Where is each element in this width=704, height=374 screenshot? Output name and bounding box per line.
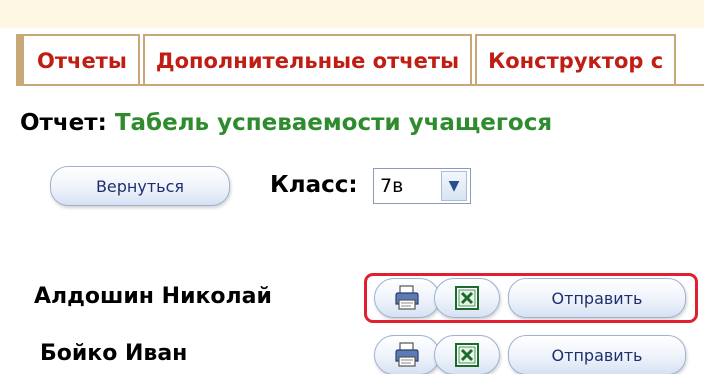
tab-divider	[16, 84, 704, 86]
excel-icon	[455, 343, 479, 367]
tab-constructor[interactable]: Конструктор с	[475, 34, 677, 86]
class-label: Класс:	[270, 172, 358, 198]
report-name: Табель успеваемости учащегося	[114, 110, 553, 136]
chevron-down-icon[interactable]: ▼	[441, 171, 467, 201]
report-title: Отчет: Табель успеваемости учащегося	[20, 110, 552, 136]
class-select-value: 7в	[380, 175, 404, 197]
tab-additional-reports[interactable]: Дополнительные отчеты	[142, 34, 473, 86]
class-select[interactable]: 7в ▼	[373, 168, 471, 204]
highlight-frame	[364, 273, 698, 323]
tab-bar: Отчеты Дополнительные отчеты Конструктор…	[16, 34, 679, 86]
student-name: Алдошин Николай	[34, 284, 272, 309]
excel-export-button[interactable]	[434, 335, 500, 374]
report-page: Отчеты Дополнительные отчеты Конструктор…	[0, 0, 704, 374]
student-name: Бойко Иван	[40, 341, 188, 366]
print-button[interactable]	[374, 335, 440, 374]
tab-reports[interactable]: Отчеты	[16, 34, 140, 86]
printer-icon	[395, 342, 419, 367]
top-band	[0, 0, 704, 28]
send-button[interactable]: Отправить	[508, 335, 686, 374]
report-title-prefix: Отчет:	[20, 110, 107, 136]
back-button[interactable]: Вернуться	[50, 166, 230, 206]
